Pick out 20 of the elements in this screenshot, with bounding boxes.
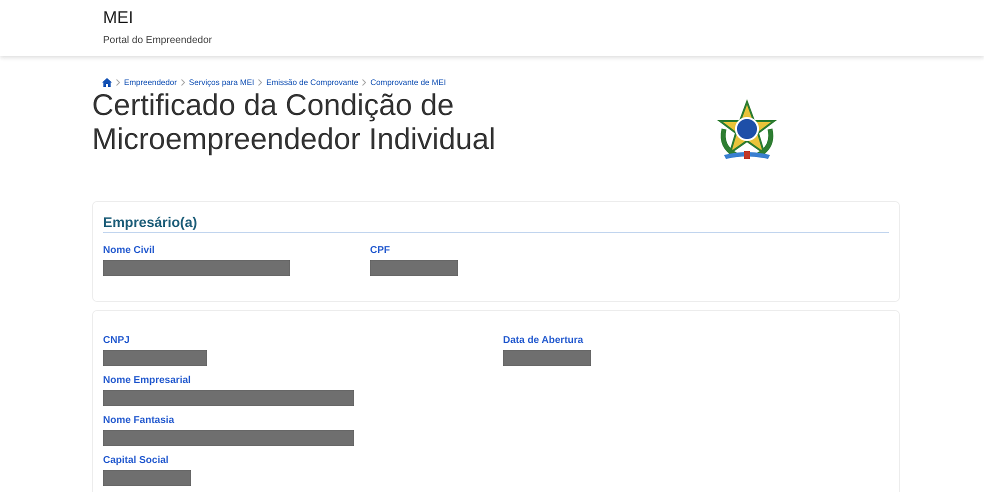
field-label: Data de Abertura	[503, 335, 584, 346]
breadcrumb-link[interactable]: Emissão de Comprovante	[266, 78, 358, 87]
field-label: Nome Fantasia	[103, 415, 176, 426]
section-heading: Empresário(a)	[103, 214, 889, 233]
chevron-icon	[116, 79, 120, 86]
chevron-icon	[258, 79, 262, 86]
chevron-icon	[362, 79, 366, 86]
breadcrumb-link[interactable]: Empreendedor	[124, 78, 177, 87]
page-title: Certificado da Condição de Microempreendedor Individual	[92, 89, 496, 157]
field-label: Capital Social	[103, 455, 170, 466]
home-icon[interactable]	[102, 78, 112, 87]
field-label: CPF	[370, 245, 391, 256]
field-label: Nome Empresarial	[103, 375, 192, 386]
field-label: CNPJ	[103, 335, 131, 346]
chevron-icon	[180, 79, 185, 86]
breadcrumb-link[interactable]: Serviços para MEI	[188, 78, 254, 87]
breadcrumb-link[interactable]: Comprovante de MEI	[370, 78, 446, 87]
site-subtitle: Portal do Empreendedor	[103, 35, 213, 46]
field-label: Nome Civil	[103, 245, 156, 256]
site-title: MEI	[103, 8, 134, 28]
